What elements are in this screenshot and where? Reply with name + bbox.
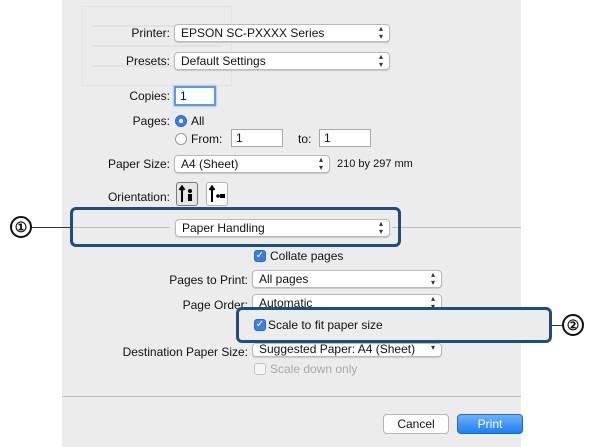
paper-size-select[interactable]: A4 (Sheet) ▴ ▾ — [174, 155, 330, 173]
portrait-orientation-button[interactable] — [176, 182, 198, 206]
paper-size-label: Paper Size: — [107, 157, 170, 171]
destination-label: Destination Paper Size: — [122, 345, 248, 359]
callout-leader-1 — [32, 227, 70, 228]
printer-value: EPSON SC-PXXXX Series — [181, 26, 325, 40]
updown-arrow-icon: ▴ ▾ — [378, 52, 383, 69]
copies-field[interactable]: 1 — [174, 86, 216, 106]
callout-number-1: ① — [10, 216, 32, 238]
landscape-icon — [208, 184, 225, 202]
bottom-separator — [62, 396, 521, 397]
pages-to-label: to: — [298, 132, 312, 146]
scale-down-checkbox[interactable] — [254, 363, 266, 375]
separator-right — [392, 227, 521, 228]
printer-label: Printer: — [131, 26, 170, 40]
cancel-button[interactable]: Cancel — [383, 414, 449, 434]
presets-value: Default Settings — [181, 54, 266, 68]
printer-select[interactable]: EPSON SC-PXXXX Series ▴ ▾ — [174, 24, 390, 42]
pages-label: Pages: — [132, 114, 170, 128]
pages-all-radio[interactable] — [175, 115, 187, 127]
updown-arrow-icon: ▴ ▾ — [378, 24, 383, 41]
pages-from-radio[interactable] — [175, 133, 187, 145]
callout-box-2 — [236, 307, 552, 343]
pages-to-print-label: Pages to Print: — [169, 273, 248, 287]
paper-size-value: A4 (Sheet) — [181, 157, 239, 171]
destination-value: Suggested Paper: A4 (Sheet) — [259, 343, 416, 356]
scale-down-label: Scale down only — [270, 362, 358, 376]
paper-dimensions: 210 by 297 mm — [337, 158, 413, 170]
updown-arrow-icon: ▴ ▾ — [318, 155, 323, 172]
copies-label: Copies: — [129, 89, 170, 103]
callout-box-1 — [70, 207, 401, 247]
pages-to-print-value: All pages — [259, 272, 309, 286]
pages-to-field[interactable]: 1 — [319, 129, 371, 147]
page-order-label: Page Order: — [182, 298, 248, 312]
down-arrow-icon: ▾ — [430, 343, 435, 352]
landscape-orientation-button[interactable] — [206, 182, 228, 206]
updown-arrow-icon: ▴ ▾ — [430, 270, 435, 287]
pages-to-print-select[interactable]: All pages ▴ ▾ — [252, 270, 442, 288]
orientation-label: Orientation: — [107, 190, 170, 204]
presets-select[interactable]: Default Settings ▴ ▾ — [174, 52, 390, 70]
print-button[interactable]: Print — [457, 414, 523, 434]
callout-leader-2 — [552, 325, 562, 326]
pages-all-label: All — [191, 114, 205, 128]
pages-from-field[interactable]: 1 — [231, 129, 283, 147]
preview-ghost — [82, 6, 232, 86]
collate-checkbox[interactable]: ✓ — [254, 250, 266, 262]
presets-label: Presets: — [125, 54, 170, 68]
destination-select[interactable]: Suggested Paper: A4 (Sheet) ▾ — [252, 343, 442, 357]
portrait-icon — [178, 184, 192, 202]
collate-label: Collate pages — [270, 249, 344, 263]
pages-from-label: From: — [191, 132, 223, 146]
callout-number-2: ② — [562, 314, 584, 336]
